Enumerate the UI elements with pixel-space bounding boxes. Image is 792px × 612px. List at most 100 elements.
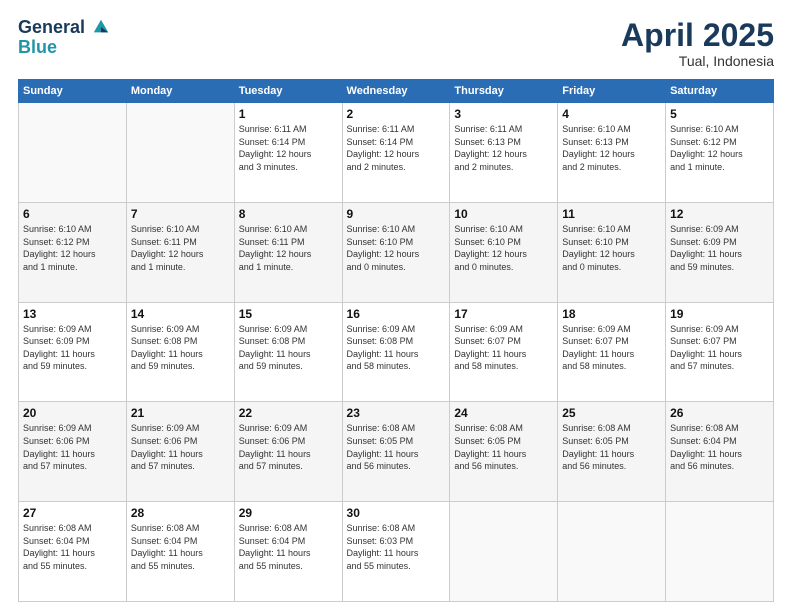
table-row: 22 Sunrise: 6:09 AMSunset: 6:06 PMDayligh…: [234, 402, 342, 502]
table-row: 13Sunrise: 6:09 AMSunset: 6:09 PMDayligh…: [19, 302, 127, 402]
col-tuesday: Tuesday: [234, 80, 342, 103]
col-friday: Friday: [558, 80, 666, 103]
day-number: 11: [562, 207, 661, 221]
day-info: Sunrise: 6:09 AMSunset: 6:06 PMDaylight:…: [131, 423, 203, 471]
table-row: 21 Sunrise: 6:09 AMSunset: 6:06 PMDayligh…: [126, 402, 234, 502]
day-info: Sunrise: 6:10 AMSunset: 6:10 PMDaylight:…: [562, 224, 635, 272]
calendar-week-row: 13Sunrise: 6:09 AMSunset: 6:09 PMDayligh…: [19, 302, 774, 402]
day-info: Sunrise: 6:10 AMSunset: 6:12 PMDaylight:…: [670, 124, 743, 172]
table-row: 8 Sunrise: 6:10 AMSunset: 6:11 PMDaylight…: [234, 202, 342, 302]
day-info: Sunrise: 6:09 AMSunset: 6:08 PMDaylight:…: [131, 324, 203, 372]
table-row: 27Sunrise: 6:08 AMSunset: 6:04 PMDayligh…: [19, 502, 127, 602]
title-block: April 2025 Tual, Indonesia: [621, 18, 774, 69]
day-number: 18: [562, 307, 661, 321]
day-number: 10: [454, 207, 553, 221]
table-row: 25Sunrise: 6:08 AMSunset: 6:05 PMDayligh…: [558, 402, 666, 502]
day-number: 12: [670, 207, 769, 221]
day-number: 20: [23, 406, 122, 420]
day-number: 15: [239, 307, 338, 321]
col-monday: Monday: [126, 80, 234, 103]
table-row: 12 Sunrise: 6:09 AMSunset: 6:09 PMDayligh…: [666, 202, 774, 302]
day-info: Sunrise: 6:09 AMSunset: 6:07 PMDaylight:…: [670, 324, 742, 372]
table-row: [558, 502, 666, 602]
day-info: Sunrise: 6:11 AMSunset: 6:14 PMDaylight:…: [239, 124, 312, 172]
col-sunday: Sunday: [19, 80, 127, 103]
day-info: Sunrise: 6:10 AMSunset: 6:10 PMDaylight:…: [454, 224, 527, 272]
day-info: Sunrise: 6:09 AMSunset: 6:08 PMDaylight:…: [239, 324, 311, 372]
table-row: 19Sunrise: 6:09 AMSunset: 6:07 PMDayligh…: [666, 302, 774, 402]
table-row: 15 Sunrise: 6:09 AMSunset: 6:08 PMDayligh…: [234, 302, 342, 402]
table-row: 20 Sunrise: 6:09 AMSunset: 6:06 PMDayligh…: [19, 402, 127, 502]
table-row: 30 Sunrise: 6:08 AMSunset: 6:03 PMDayligh…: [342, 502, 450, 602]
table-row: [450, 502, 558, 602]
logo-blue: Blue: [18, 38, 110, 56]
table-row: 1 Sunrise: 6:11 AMSunset: 6:14 PMDaylight…: [234, 103, 342, 203]
table-row: 5 Sunrise: 6:10 AMSunset: 6:12 PMDaylight…: [666, 103, 774, 203]
logo: General Blue: [18, 18, 110, 56]
day-number: 13: [23, 307, 122, 321]
day-number: 8: [239, 207, 338, 221]
day-info: Sunrise: 6:08 AMSunset: 6:04 PMDaylight:…: [23, 523, 95, 571]
day-number: 29: [239, 506, 338, 520]
page: General Blue April 2025 Tual, Indonesia …: [0, 0, 792, 612]
table-row: 18 Sunrise: 6:09 AMSunset: 6:07 PMDayligh…: [558, 302, 666, 402]
logo-text: General: [18, 18, 110, 38]
day-number: 16: [347, 307, 446, 321]
table-row: 9Sunrise: 6:10 AMSunset: 6:10 PMDaylight…: [342, 202, 450, 302]
day-info: Sunrise: 6:08 AMSunset: 6:05 PMDaylight:…: [347, 423, 419, 471]
table-row: 29Sunrise: 6:08 AMSunset: 6:04 PMDayligh…: [234, 502, 342, 602]
table-row: 2 Sunrise: 6:11 AMSunset: 6:14 PMDaylight…: [342, 103, 450, 203]
table-row: 10 Sunrise: 6:10 AMSunset: 6:10 PMDayligh…: [450, 202, 558, 302]
day-info: Sunrise: 6:11 AMSunset: 6:13 PMDaylight:…: [454, 124, 527, 172]
calendar-week-row: 27Sunrise: 6:08 AMSunset: 6:04 PMDayligh…: [19, 502, 774, 602]
day-info: Sunrise: 6:10 AMSunset: 6:11 PMDaylight:…: [131, 224, 204, 272]
header: General Blue April 2025 Tual, Indonesia: [18, 18, 774, 69]
col-wednesday: Wednesday: [342, 80, 450, 103]
day-info: Sunrise: 6:11 AMSunset: 6:14 PMDaylight:…: [347, 124, 420, 172]
day-number: 5: [670, 107, 769, 121]
table-row: 14 Sunrise: 6:09 AMSunset: 6:08 PMDayligh…: [126, 302, 234, 402]
day-info: Sunrise: 6:09 AMSunset: 6:06 PMDaylight:…: [239, 423, 311, 471]
table-row: [666, 502, 774, 602]
day-number: 2: [347, 107, 446, 121]
calendar-table: Sunday Monday Tuesday Wednesday Thursday…: [18, 79, 774, 602]
logo-icon: [92, 18, 110, 36]
table-row: 23Sunrise: 6:08 AMSunset: 6:05 PMDayligh…: [342, 402, 450, 502]
day-info: Sunrise: 6:09 AMSunset: 6:09 PMDaylight:…: [670, 224, 742, 272]
calendar-week-row: 20 Sunrise: 6:09 AMSunset: 6:06 PMDayligh…: [19, 402, 774, 502]
table-row: 11 Sunrise: 6:10 AMSunset: 6:10 PMDayligh…: [558, 202, 666, 302]
day-info: Sunrise: 6:09 AMSunset: 6:07 PMDaylight:…: [562, 324, 634, 372]
day-info: Sunrise: 6:08 AMSunset: 6:05 PMDaylight:…: [454, 423, 526, 471]
day-number: 24: [454, 406, 553, 420]
day-number: 1: [239, 107, 338, 121]
day-info: Sunrise: 6:09 AMSunset: 6:06 PMDaylight:…: [23, 423, 95, 471]
day-number: 30: [347, 506, 446, 520]
col-thursday: Thursday: [450, 80, 558, 103]
calendar-week-row: 6Sunrise: 6:10 AMSunset: 6:12 PMDaylight…: [19, 202, 774, 302]
month-year: April 2025: [621, 18, 774, 53]
table-row: 7 Sunrise: 6:10 AMSunset: 6:11 PMDaylight…: [126, 202, 234, 302]
table-row: 3Sunrise: 6:11 AMSunset: 6:13 PMDaylight…: [450, 103, 558, 203]
day-info: Sunrise: 6:08 AMSunset: 6:04 PMDaylight:…: [670, 423, 742, 471]
day-number: 4: [562, 107, 661, 121]
day-info: Sunrise: 6:08 AMSunset: 6:04 PMDaylight:…: [131, 523, 203, 571]
day-info: Sunrise: 6:10 AMSunset: 6:12 PMDaylight:…: [23, 224, 96, 272]
day-number: 22: [239, 406, 338, 420]
table-row: 17Sunrise: 6:09 AMSunset: 6:07 PMDayligh…: [450, 302, 558, 402]
col-saturday: Saturday: [666, 80, 774, 103]
table-row: 16Sunrise: 6:09 AMSunset: 6:08 PMDayligh…: [342, 302, 450, 402]
day-number: 21: [131, 406, 230, 420]
day-number: 25: [562, 406, 661, 420]
day-info: Sunrise: 6:10 AMSunset: 6:11 PMDaylight:…: [239, 224, 312, 272]
day-number: 14: [131, 307, 230, 321]
table-row: [126, 103, 234, 203]
calendar-header-row: Sunday Monday Tuesday Wednesday Thursday…: [19, 80, 774, 103]
day-info: Sunrise: 6:08 AMSunset: 6:03 PMDaylight:…: [347, 523, 419, 571]
table-row: 6Sunrise: 6:10 AMSunset: 6:12 PMDaylight…: [19, 202, 127, 302]
table-row: 26 Sunrise: 6:08 AMSunset: 6:04 PMDayligh…: [666, 402, 774, 502]
day-info: Sunrise: 6:10 AMSunset: 6:13 PMDaylight:…: [562, 124, 635, 172]
day-info: Sunrise: 6:09 AMSunset: 6:07 PMDaylight:…: [454, 324, 526, 372]
day-number: 28: [131, 506, 230, 520]
day-number: 26: [670, 406, 769, 420]
day-number: 7: [131, 207, 230, 221]
